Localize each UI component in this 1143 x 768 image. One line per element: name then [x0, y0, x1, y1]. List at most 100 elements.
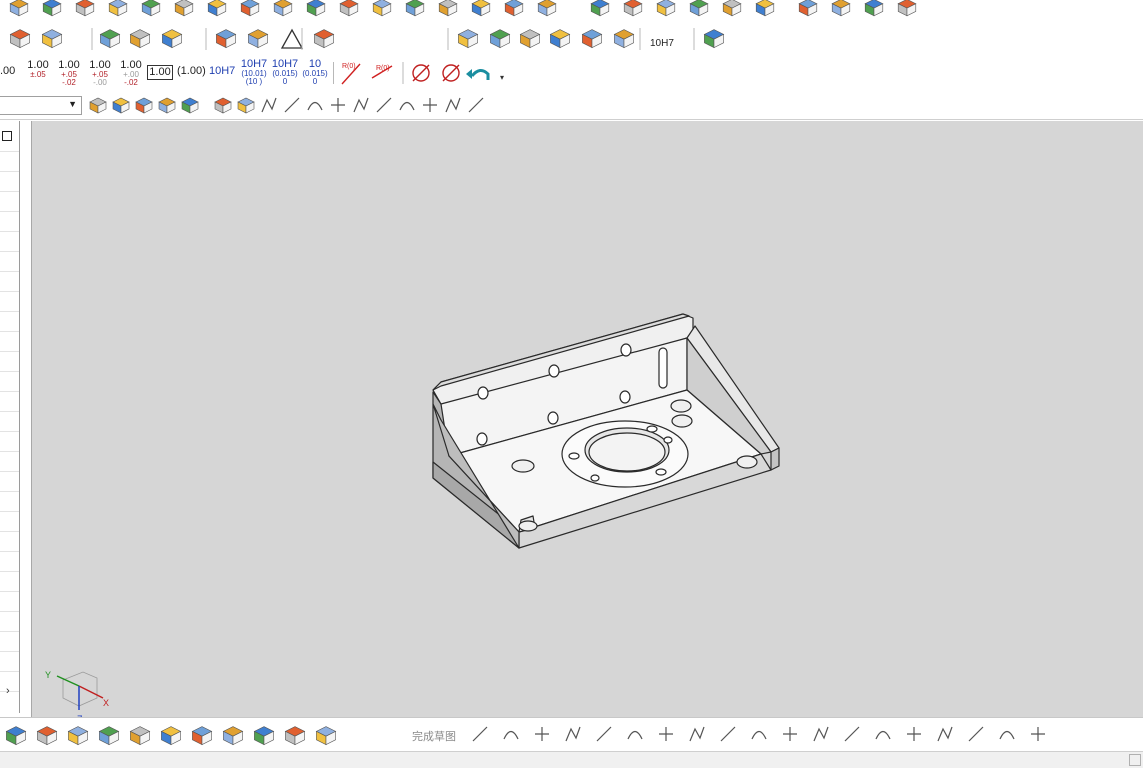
polyline-icon[interactable]: [472, 726, 488, 742]
offset-icon[interactable]: [656, 0, 676, 17]
point-icon[interactable]: [720, 726, 736, 742]
offset-curve-icon[interactable]: [751, 730, 767, 740]
constraint-icon[interactable]: [907, 727, 921, 741]
selector-dropdown[interactable]: ▼: [0, 96, 82, 115]
tree-icon[interactable]: [253, 726, 275, 746]
hole-icon[interactable]: [477, 386, 489, 400]
maximize-icon[interactable]: [2, 131, 12, 141]
section-icon[interactable]: [207, 0, 227, 17]
spline-icon[interactable]: [689, 726, 705, 742]
sketch-icon[interactable]: [315, 726, 337, 746]
line-icon[interactable]: [503, 730, 519, 740]
measure-icon[interactable]: [36, 726, 58, 746]
diameter-dim-icon[interactable]: [412, 64, 430, 82]
dimension-icon[interactable]: [937, 726, 953, 742]
center-icon[interactable]: [353, 97, 369, 113]
part-model[interactable]: X Y Z: [32, 121, 1143, 717]
revolve-icon[interactable]: [372, 0, 392, 17]
dim-style-basic[interactable]: 1.00: [147, 65, 173, 80]
dim-style-reference[interactable]: (1.00): [177, 66, 206, 77]
extrude-icon[interactable]: [42, 0, 62, 17]
smart-snap-icon[interactable]: [135, 97, 153, 114]
mirror-icon[interactable]: [471, 0, 491, 17]
warp-icon[interactable]: [831, 0, 851, 17]
array-icon[interactable]: [108, 0, 128, 17]
chamfer-icon[interactable]: [339, 0, 359, 17]
pattern-icon[interactable]: [75, 0, 95, 17]
fit-label[interactable]: 10H7: [650, 39, 674, 49]
cross-icon[interactable]: [399, 101, 415, 111]
projection-icon[interactable]: [968, 726, 984, 742]
shell-icon[interactable]: [141, 0, 161, 17]
triad-icon[interactable]: [237, 97, 255, 114]
circle-icon[interactable]: [565, 726, 581, 742]
rectangle-icon[interactable]: [659, 727, 673, 741]
thicken-icon[interactable]: [689, 0, 709, 17]
radius-dim-icon[interactable]: R(0): [341, 63, 361, 85]
table-icon[interactable]: [313, 29, 335, 49]
diameter-dim-icon-2[interactable]: [442, 64, 460, 82]
radius-dim-icon-2[interactable]: R(0): [371, 65, 393, 79]
stitch-icon[interactable]: [722, 0, 742, 17]
point-icon[interactable]: [331, 98, 345, 112]
undo-dim-icon[interactable]: [466, 69, 490, 80]
fillet-corner-icon[interactable]: [596, 726, 612, 742]
thread-icon[interactable]: [161, 29, 183, 49]
box-view-icon[interactable]: [181, 97, 199, 114]
arc-icon[interactable]: [535, 727, 549, 741]
annotate-icon[interactable]: [457, 29, 479, 49]
sweep-icon[interactable]: [240, 0, 260, 17]
connect-icon[interactable]: [129, 726, 151, 746]
dim-style-fit-tolerance[interactable]: 10H7 (0.015) 0: [271, 59, 299, 86]
mirror-curve-icon[interactable]: [875, 730, 891, 740]
wrap-icon[interactable]: [864, 0, 884, 17]
chamfer-corner-icon[interactable]: [627, 730, 643, 740]
surface-patch-icon[interactable]: [755, 0, 775, 17]
triangle-icon[interactable]: [280, 28, 304, 49]
delete-face-icon[interactable]: [590, 0, 610, 17]
curve-icon[interactable]: [99, 29, 121, 49]
dim-style-symmetric[interactable]: 1.00 ±.05: [26, 60, 50, 79]
render-icon[interactable]: [445, 97, 461, 113]
split-curve-icon[interactable]: [844, 726, 860, 742]
blend-icon[interactable]: [798, 0, 818, 17]
arc-icon[interactable]: [307, 101, 323, 111]
coil-icon[interactable]: [215, 29, 237, 49]
dim-style-bilateral[interactable]: 1.00 +.05 -.02: [57, 60, 81, 87]
reorder-icon[interactable]: [5, 726, 27, 746]
clip-icon[interactable]: [222, 726, 244, 746]
dim-style-fit[interactable]: 10H7: [209, 66, 235, 77]
part-icon[interactable]: [9, 0, 29, 17]
spline-icon[interactable]: [284, 97, 300, 113]
line-icon[interactable]: [261, 97, 277, 113]
snap-icon[interactable]: [112, 97, 130, 114]
assemble-icon[interactable]: [67, 726, 89, 746]
weld-icon[interactable]: [549, 29, 571, 49]
note-icon[interactable]: [519, 29, 541, 49]
dim-style-fit-limits[interactable]: 10H7 (10.01) (10 ): [240, 59, 268, 86]
move-icon[interactable]: [504, 0, 524, 17]
bend-icon[interactable]: [897, 0, 917, 17]
link-icon[interactable]: [191, 726, 213, 746]
dim-style-upper[interactable]: 1.00 +.05 -.00: [88, 60, 112, 87]
face-icon[interactable]: [537, 0, 557, 17]
text-icon[interactable]: [41, 29, 63, 49]
label-icon[interactable]: [9, 29, 31, 49]
filter-icon[interactable]: [89, 97, 107, 114]
boolean-icon[interactable]: [174, 0, 194, 17]
trim-icon[interactable]: [783, 727, 797, 741]
component-icon[interactable]: [703, 29, 725, 49]
fillet-icon[interactable]: [306, 0, 326, 17]
reference-icon[interactable]: [1031, 727, 1045, 741]
resize-grip-icon[interactable]: [1129, 754, 1141, 766]
assembly-icon[interactable]: [613, 29, 635, 49]
3d-viewport[interactable]: X Y Z: [31, 121, 1143, 717]
balloon-icon[interactable]: [489, 29, 511, 49]
draft-icon[interactable]: [405, 0, 425, 17]
scroll-right-icon[interactable]: ›: [6, 685, 10, 697]
stack-icon[interactable]: [98, 726, 120, 746]
tolerance-icon[interactable]: [581, 29, 603, 49]
package-icon[interactable]: [284, 726, 306, 746]
box-select-icon[interactable]: [158, 97, 176, 114]
circle-icon[interactable]: [376, 97, 392, 113]
